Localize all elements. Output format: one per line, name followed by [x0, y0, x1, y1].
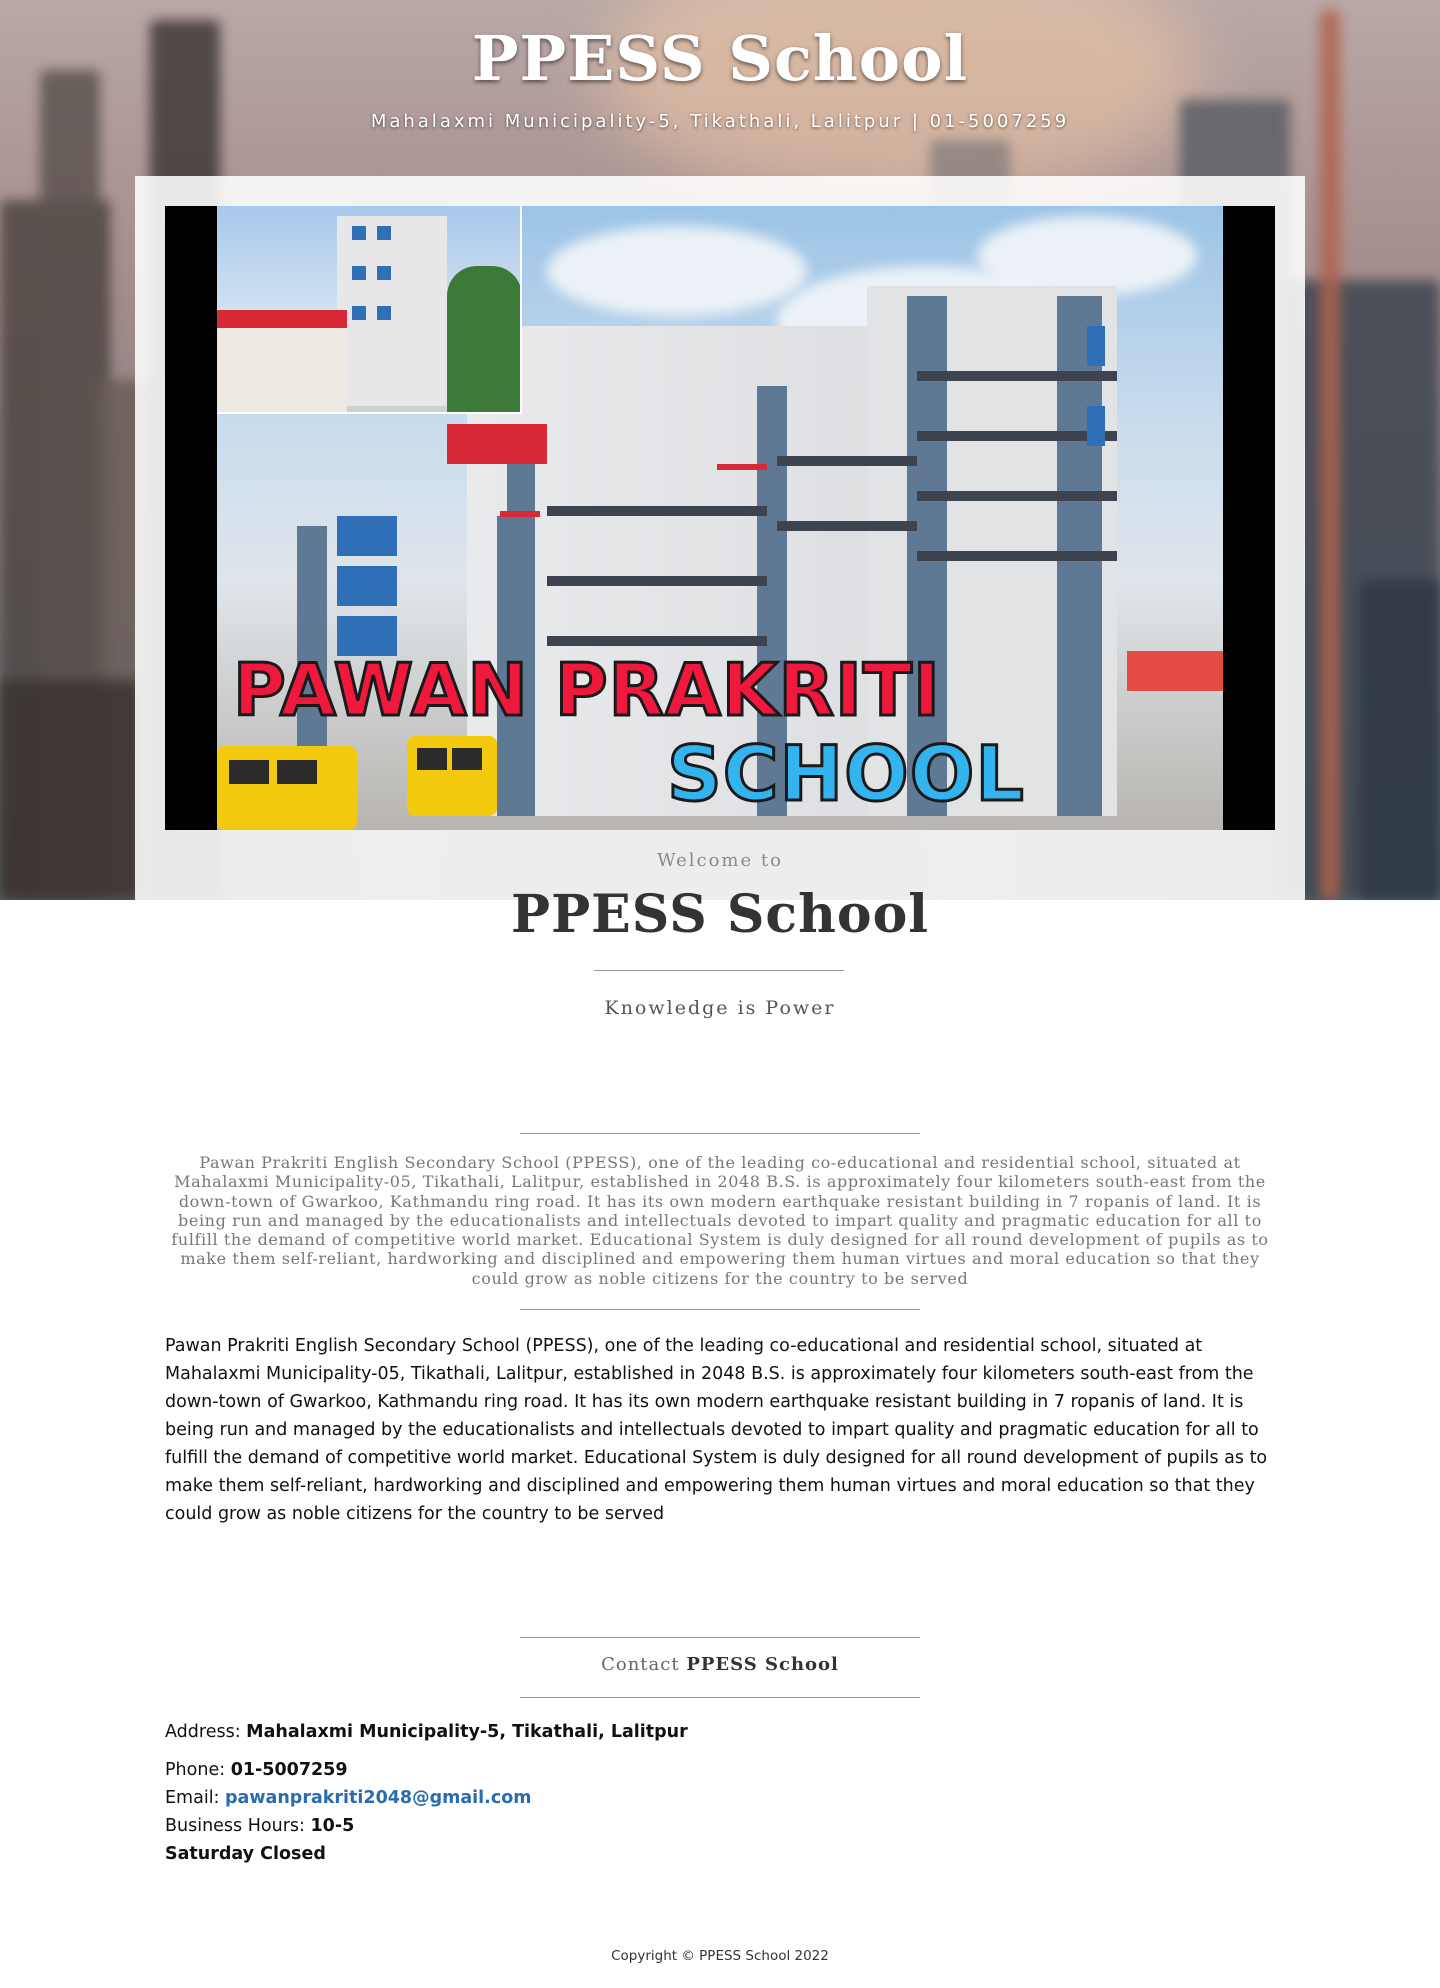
footer-copyright: Copyright © PPESS School 2022 — [611, 1948, 829, 1964]
contact-details: Address: Mahalaxmi Municipality-5, Tikat… — [165, 1718, 1275, 1868]
phone-label: Phone: — [165, 1760, 226, 1780]
divider — [520, 1309, 920, 1310]
site-title[interactable]: PPESS School — [0, 22, 1440, 95]
intro-serif-text: Pawan Prakriti English Secondary School … — [171, 1153, 1269, 1288]
inset-photo — [217, 206, 522, 414]
address-value: Mahalaxmi Municipality-5, Tikathali, Lal… — [246, 1722, 688, 1742]
intro-body-text: Pawan Prakriti English Secondary School … — [165, 1336, 1268, 1524]
divider — [520, 1697, 920, 1698]
contact-heading: Contact PPESS School — [0, 1654, 1440, 1675]
hero-text-school: SCHOOL — [666, 729, 1026, 818]
address-label: Address: — [165, 1722, 241, 1742]
divider — [520, 1133, 920, 1134]
divider — [594, 970, 844, 971]
address-row: Address: Mahalaxmi Municipality-5, Tikat… — [165, 1718, 1275, 1746]
tagline: Knowledge is Power — [604, 997, 836, 1019]
phone-value: 01-5007259 — [230, 1760, 348, 1780]
hero-text-school-name: PAWAN PRAKRITI — [232, 648, 942, 732]
hours-value: 10-5 — [310, 1816, 355, 1836]
phone-row: Phone: 01-5007259 — [165, 1756, 1275, 1784]
contact-heading-name: PPESS School — [686, 1654, 839, 1675]
email-row: Email: pawanprakriti2048@gmail.com — [165, 1784, 1275, 1812]
school-hero-image: PAWAN PRAKRITI SCHOOL — [165, 206, 1275, 830]
email-link[interactable]: pawanprakriti2048@gmail.com — [225, 1788, 531, 1808]
welcome-label: Welcome to — [657, 850, 783, 871]
school-bus — [217, 746, 357, 830]
welcome-heading: PPESS School — [510, 884, 930, 945]
divider — [520, 1637, 920, 1638]
hours-row: Business Hours: 10-5 — [165, 1812, 1275, 1840]
email-label: Email: — [165, 1788, 220, 1808]
closed-note: Saturday Closed — [165, 1844, 326, 1864]
rooftop-sign — [447, 424, 547, 464]
closed-note-row: Saturday Closed — [165, 1840, 1275, 1868]
school-photo: PAWAN PRAKRITI SCHOOL — [217, 206, 1223, 830]
site-subtitle: Mahalaxmi Municipality-5, Tikathali, Lal… — [370, 111, 1070, 132]
hours-label: Business Hours: — [165, 1816, 305, 1836]
school-bus-2 — [407, 736, 497, 816]
contact-heading-prefix: Contact — [601, 1654, 680, 1675]
